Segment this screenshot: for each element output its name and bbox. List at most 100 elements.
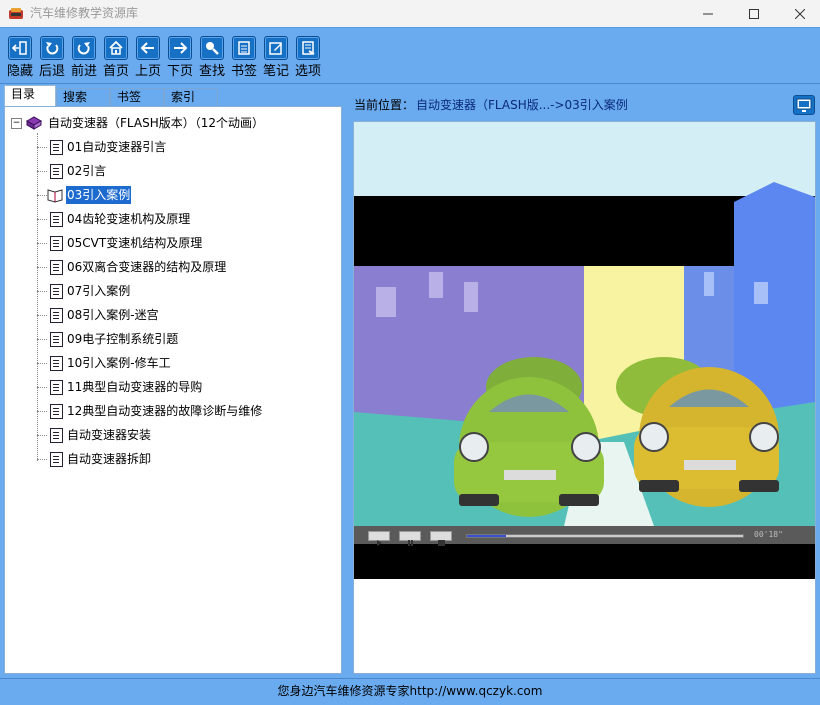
stop-button[interactable]	[430, 531, 452, 546]
document-icon	[50, 452, 63, 467]
close-icon	[795, 8, 805, 19]
prev-page-button[interactable]: 上页	[132, 27, 164, 83]
tree-item[interactable]: 07引入案例	[5, 281, 335, 301]
options-icon	[296, 36, 320, 60]
document-icon	[50, 428, 63, 443]
tab-index[interactable]: 索引	[164, 88, 218, 106]
tree-item[interactable]: 03引入案例	[5, 185, 335, 205]
tree-item-label: 10引入案例-修车工	[67, 356, 171, 370]
book-icon	[25, 115, 43, 137]
back-icon	[40, 36, 64, 60]
tree-item[interactable]: 08引入案例-迷宫	[5, 305, 335, 325]
breadcrumb: 自动变速器（FLASH版...->03引入案例	[416, 98, 628, 112]
tree-item-label: 自动变速器安装	[67, 428, 152, 442]
stop-icon	[438, 540, 445, 546]
contents-tree: − 自动变速器（FLASH版本）（12个动画） 01自动变速器引言 02引言 03引…	[4, 106, 342, 674]
tree-item[interactable]: 04齿轮变速机构及原理	[5, 209, 335, 229]
home-button[interactable]: 首页	[100, 27, 132, 83]
back-label: 后退	[38, 64, 65, 79]
tree-item-label: 自动变速器拆卸	[67, 452, 152, 466]
minimize-icon	[703, 9, 713, 19]
tree-item[interactable]: 自动变速器拆卸	[5, 449, 335, 469]
seek-bar[interactable]	[466, 534, 744, 538]
tree-item-label: 09电子控制系统引题	[67, 332, 179, 346]
hide-button[interactable]: 隐藏	[4, 27, 36, 83]
play-icon	[377, 540, 382, 546]
fullscreen-button[interactable]	[793, 95, 815, 115]
tree-item-label: 11典型自动变速器的导购	[67, 380, 203, 394]
tree-item-label: 03引入案例	[66, 186, 132, 204]
tree-item-label: 06双离合变速器的结构及原理	[67, 260, 227, 274]
tree-item-label: 02引言	[67, 164, 107, 178]
breadcrumb-label: 当前位置：	[354, 98, 415, 112]
tree-item[interactable]: 10引入案例-修车工	[5, 353, 335, 373]
maximize-icon	[749, 8, 759, 19]
search-icon	[200, 36, 224, 60]
prev-page-icon	[136, 36, 160, 60]
forward-icon	[72, 36, 96, 60]
play-button[interactable]	[368, 531, 390, 546]
tab-contents[interactable]: 目录	[4, 85, 56, 106]
tree-item-label: 08引入案例-迷宫	[67, 308, 159, 322]
tree-item-label: 01自动变速器引言	[67, 140, 167, 154]
document-icon	[50, 404, 63, 419]
tree-item-label: 05CVT变速机结构及原理	[67, 236, 203, 250]
maximize-button[interactable]	[731, 0, 777, 27]
bookmark-button[interactable]: 书签	[228, 27, 260, 83]
document-icon	[50, 260, 63, 275]
tree-item[interactable]: 自动变速器安装	[5, 425, 335, 445]
document-icon	[50, 284, 63, 299]
tree-item[interactable]: 02引言	[5, 161, 335, 181]
close-button[interactable]	[777, 0, 820, 27]
tree-root-label: 自动变速器（FLASH版本）（12个动画）	[48, 116, 264, 130]
tab-bookmarks[interactable]: 书签	[110, 88, 164, 106]
time-readout: 00'18"	[754, 530, 783, 539]
tree-item-label: 07引入案例	[67, 284, 131, 298]
next-page-button[interactable]: 下页	[164, 27, 196, 83]
tab-search[interactable]: 搜索	[56, 88, 110, 106]
document-icon	[50, 236, 63, 251]
seek-progress	[467, 535, 506, 537]
tree-item[interactable]: 09电子控制系统引题	[5, 329, 335, 349]
window-title: 汽车维修教学资源库	[30, 6, 139, 20]
search-button[interactable]: 查找	[196, 27, 228, 83]
notes-label: 笔记	[262, 64, 289, 79]
document-icon	[50, 212, 63, 227]
forward-button[interactable]: 前进	[68, 27, 100, 83]
status-text[interactable]: 您身边汽车维修资源专家http://www.qczyk.com	[0, 683, 820, 699]
pause-icon	[408, 540, 413, 546]
document-icon	[50, 164, 63, 179]
flash-player[interactable]: 00'18"	[354, 122, 815, 579]
tree-item[interactable]: 05CVT变速机结构及原理	[5, 233, 335, 253]
tree-item-label: 12典型自动变速器的故障诊断与维修	[67, 404, 263, 418]
collapse-toggle[interactable]: −	[11, 118, 22, 129]
home-label: 首页	[102, 64, 129, 79]
tree-item[interactable]: 11典型自动变速器的导购	[5, 377, 335, 397]
tree-item[interactable]: 12典型自动变速器的故障诊断与维修	[5, 401, 335, 421]
monitor-icon	[794, 98, 814, 118]
options-button[interactable]: 选项	[292, 27, 324, 83]
next-page-label: 下页	[166, 64, 193, 79]
tree-root[interactable]: − 自动变速器（FLASH版本）（12个动画）	[11, 113, 331, 133]
forward-label: 前进	[70, 64, 97, 79]
cartoon-scene-image	[354, 122, 815, 579]
minimize-button[interactable]	[685, 0, 731, 27]
options-label: 选项	[294, 64, 321, 79]
back-button[interactable]: 后退	[36, 27, 68, 83]
hide-panel-icon	[8, 36, 32, 60]
tree-item[interactable]: 01自动变速器引言	[5, 137, 335, 157]
open-book-icon	[47, 187, 63, 209]
tree-item-label: 04齿轮变速机构及原理	[67, 212, 191, 226]
home-icon	[104, 36, 128, 60]
prev-page-label: 上页	[134, 64, 161, 79]
tree-item[interactable]: 06双离合变速器的结构及原理	[5, 257, 335, 277]
document-icon	[50, 140, 63, 155]
bookmark-label: 书签	[230, 64, 257, 79]
notes-button[interactable]: 笔记	[260, 27, 292, 83]
next-page-icon	[168, 36, 192, 60]
document-icon	[50, 332, 63, 347]
hide-label: 隐藏	[6, 64, 33, 79]
document-icon	[50, 308, 63, 323]
notes-icon	[264, 36, 288, 60]
pause-button[interactable]	[399, 531, 421, 546]
